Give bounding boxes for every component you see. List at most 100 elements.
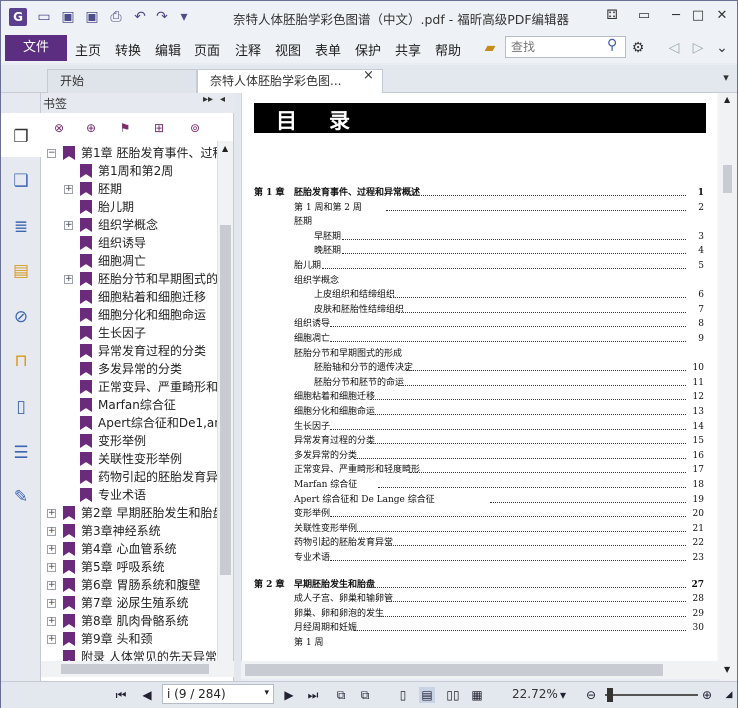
- expand-icon[interactable]: +: [47, 563, 56, 572]
- file-menu-button[interactable]: 文件: [5, 35, 67, 61]
- customize-qa-icon[interactable]: ▾: [175, 8, 193, 26]
- settings-icon[interactable]: ⚙: [629, 39, 647, 57]
- continuous-page-icon[interactable]: ▤: [419, 687, 435, 703]
- bookmark-vertical-scrollbar[interactable]: ▲: [217, 141, 233, 661]
- expand-icon[interactable]: +: [47, 617, 56, 626]
- bookmark-hscroll-thumb[interactable]: [61, 664, 209, 674]
- menu-share[interactable]: 共享: [395, 40, 421, 59]
- tab-document[interactable]: 奈特人体胚胎学彩色图...: [197, 69, 383, 93]
- forward-icon[interactable]: ▷: [689, 39, 707, 57]
- bookmark-item[interactable]: 附录 人体常见的先天异常: [41, 648, 217, 661]
- bookmark-item[interactable]: 生长因子: [41, 324, 217, 342]
- minimize-button[interactable]: ─: [665, 6, 687, 26]
- bookmark-item[interactable]: + 第5章 呼吸系统: [41, 558, 217, 576]
- next-page-icon[interactable]: ▶: [281, 687, 297, 703]
- bookmark-item[interactable]: + 胚胎分节和早期图式的: [41, 270, 217, 288]
- maximize-button[interactable]: □: [687, 6, 709, 26]
- bookmark-property-icon[interactable]: ⚑: [117, 120, 133, 136]
- menu-page[interactable]: 页面: [194, 40, 220, 59]
- bookmark-item[interactable]: 细胞粘着和细胞迁移: [41, 288, 217, 306]
- menu-protect[interactable]: 保护: [355, 40, 381, 59]
- back-icon[interactable]: ◁: [665, 39, 683, 57]
- redo-icon[interactable]: ↷: [153, 8, 171, 26]
- fields-panel-icon[interactable]: ☰: [9, 441, 33, 465]
- layout-icon[interactable]: ⚃: [601, 6, 623, 26]
- previous-page-icon[interactable]: ◀: [139, 687, 155, 703]
- last-page-icon[interactable]: ⏭: [305, 687, 321, 703]
- facing-page-icon[interactable]: ▯▯: [445, 687, 461, 703]
- expand-icon[interactable]: +: [64, 275, 73, 284]
- document-scroll-thumb[interactable]: [723, 165, 732, 193]
- open-icon[interactable]: ▭: [35, 8, 53, 26]
- bookmark-item[interactable]: 细胞凋亡: [41, 252, 217, 270]
- zoom-in-icon[interactable]: ⊕: [699, 687, 715, 703]
- expand-icon[interactable]: +: [47, 509, 56, 518]
- zoom-out-icon[interactable]: ⊖: [583, 687, 599, 703]
- expand-icon[interactable]: +: [47, 581, 56, 590]
- restore-ribbon-icon[interactable]: ▭: [633, 6, 655, 26]
- tab-list-icon[interactable]: ▾: [717, 69, 735, 87]
- undo-icon[interactable]: ↶: [131, 8, 149, 26]
- menu-edit[interactable]: 编辑: [155, 40, 181, 59]
- menu-comment[interactable]: 注释: [235, 40, 261, 59]
- bookmark-item[interactable]: + 胚期: [41, 180, 217, 198]
- menu-convert[interactable]: 转换: [115, 40, 141, 59]
- bookmark-item[interactable]: + 第7章 泌尿生殖系统: [41, 594, 217, 612]
- panel-splitter[interactable]: [234, 93, 241, 683]
- doc-scroll-down-icon[interactable]: ▼: [724, 665, 730, 674]
- bookmark-item[interactable]: + 第8章 肌肉骨骼系统: [41, 612, 217, 630]
- expand-icon[interactable]: +: [47, 545, 56, 554]
- collapse-icon[interactable]: −: [47, 149, 56, 158]
- menu-form[interactable]: 表单: [315, 40, 341, 59]
- tab-start[interactable]: 开始: [47, 69, 197, 93]
- bookmark-item[interactable]: 细胞分化和细胞命运: [41, 306, 217, 324]
- next-view-icon[interactable]: ⧉: [357, 687, 373, 703]
- menu-help[interactable]: 帮助: [435, 40, 461, 59]
- bookmark-item[interactable]: + 第4章 心血管系统: [41, 540, 217, 558]
- expand-icon[interactable]: +: [64, 221, 73, 230]
- bookmark-item[interactable]: 正常变异、严重畸形和: [41, 378, 217, 396]
- scroll-up-icon[interactable]: ▲: [222, 144, 228, 153]
- comments-panel-icon[interactable]: ▤: [9, 259, 33, 283]
- document-vertical-scrollbar[interactable]: ▲ ▼: [719, 93, 737, 683]
- bookmark-item[interactable]: + 第6章 胃肠系统和腹壁: [41, 576, 217, 594]
- bookmark-item[interactable]: 第1周和第2周: [41, 162, 217, 180]
- zoom-percent[interactable]: 22.72%: [512, 687, 558, 701]
- security-panel-icon[interactable]: ⊓: [9, 349, 33, 373]
- expand-icon[interactable]: +: [47, 635, 56, 644]
- expand-icon[interactable]: +: [64, 185, 73, 194]
- bookmark-item[interactable]: + 组织学概念: [41, 216, 217, 234]
- bookmark-item[interactable]: 药物引起的胚胎发育异: [41, 468, 217, 486]
- bookmark-item[interactable]: + 第3章神经系统: [41, 522, 217, 540]
- document-horizontal-scrollbar[interactable]: [241, 661, 719, 679]
- expand-icon[interactable]: +: [47, 527, 56, 536]
- delete-bookmark-icon[interactable]: ⊗: [51, 120, 67, 136]
- page-number-field[interactable]: i (9 / 284) ▾: [162, 684, 274, 704]
- add-bookmark-icon[interactable]: ⊕: [83, 120, 99, 136]
- find-folder-icon[interactable]: ▰: [481, 39, 499, 57]
- menu-home[interactable]: 主页: [75, 40, 101, 59]
- page-dropdown-icon[interactable]: ▾: [264, 688, 269, 698]
- zoom-slider-knob[interactable]: [607, 688, 613, 702]
- bookmark-item[interactable]: + 第9章 头和颈: [41, 630, 217, 648]
- panel-collapse-icon[interactable]: ◂: [220, 94, 225, 105]
- bookmark-item[interactable]: 组织诱导: [41, 234, 217, 252]
- signature-panel-icon[interactable]: ✎: [9, 485, 33, 509]
- zoom-slider[interactable]: [605, 694, 698, 696]
- bookmark-item[interactable]: Marfan综合征: [41, 396, 217, 414]
- bookmark-item[interactable]: + 第2章 早期胚胎发生和胎盘: [41, 504, 217, 522]
- bookmark-horizontal-scrollbar[interactable]: [41, 661, 234, 677]
- new-child-bookmark-icon[interactable]: ⊞: [151, 120, 167, 136]
- previous-view-icon[interactable]: ⧉: [333, 687, 349, 703]
- search-icon[interactable]: ⚲: [607, 37, 625, 55]
- bookmark-item[interactable]: 胎儿期: [41, 198, 217, 216]
- pages-panel-icon[interactable]: ❏: [9, 169, 33, 193]
- doc-scroll-up-icon[interactable]: ▲: [724, 95, 730, 104]
- expand-icon[interactable]: +: [47, 599, 56, 608]
- bookmark-item[interactable]: Apert综合征和De1,an: [41, 414, 217, 432]
- bookmark-item[interactable]: − 第1章 胚胎发育事件、过程: [41, 144, 217, 162]
- bookmark-scroll-thumb[interactable]: [220, 225, 231, 575]
- bookmark-item[interactable]: 关联性变形举例: [41, 450, 217, 468]
- bookmark-item[interactable]: 变形举例: [41, 432, 217, 450]
- print-icon[interactable]: ⎙: [107, 8, 125, 26]
